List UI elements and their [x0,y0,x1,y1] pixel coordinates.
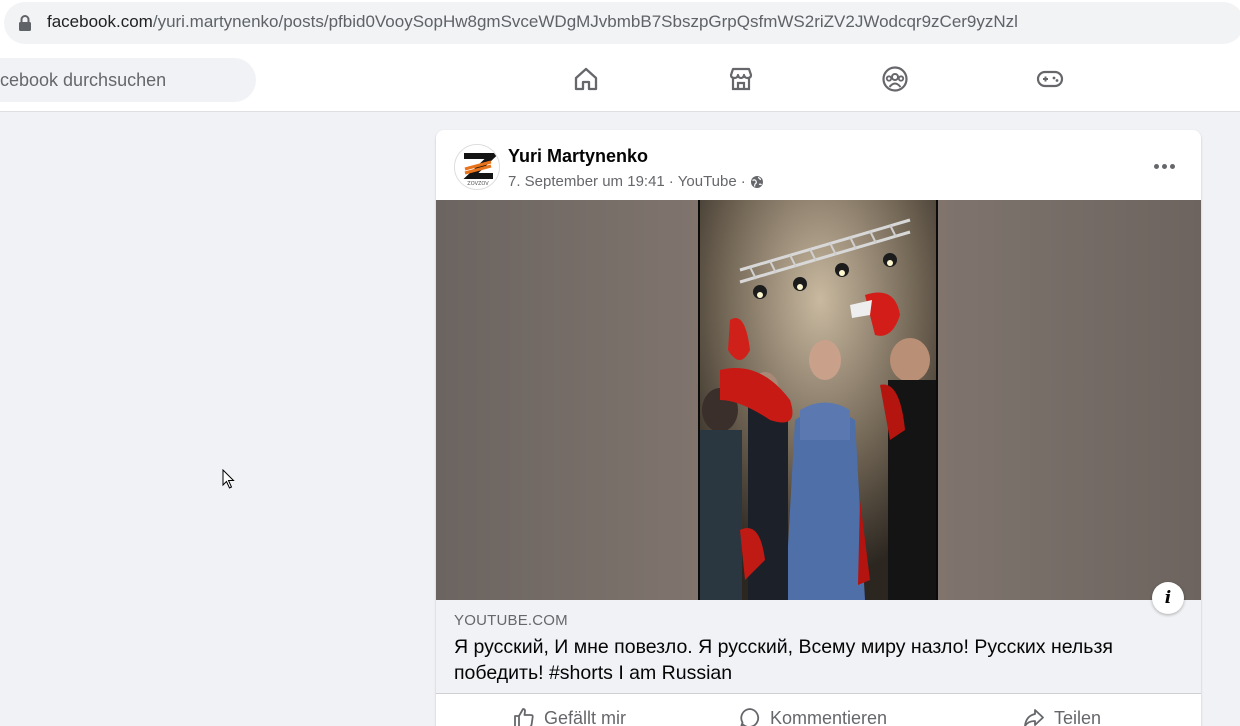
video-thumbnail[interactable] [436,200,1201,600]
thumbs-up-icon [514,708,534,726]
dot [1153,163,1159,169]
comment-button[interactable]: Kommentieren [738,706,887,726]
info-icon[interactable]: i [1152,582,1184,614]
globe-icon [750,175,763,188]
meta-separator: · [668,173,674,190]
home-icon[interactable] [570,63,602,95]
url-path: /yuri.martynenko/posts/pfbid0VooySopHw8g… [152,12,1018,31]
gaming-icon[interactable] [1034,63,1066,95]
link-preview[interactable]: YOUTUBE.COM Я русский, И мне повезло. Я … [436,600,1201,694]
lock-icon[interactable] [18,15,32,31]
post-meta: 7. September um 19:41 · YouTube · [508,173,764,190]
like-button[interactable]: Gefällt mir [512,706,626,726]
marketplace-icon[interactable] [725,63,757,95]
comment-label: Kommentieren [770,707,888,726]
post-date[interactable]: 7. September um 19:41 [508,173,665,190]
svg-text:ZOVZOV: ZOVZOV [467,181,489,187]
video-frame [698,200,938,600]
comment-icon [740,708,760,726]
post-source: YouTube [677,173,737,190]
groups-icon[interactable] [879,63,911,95]
search-placeholder: cebook durchsuchen [0,70,167,90]
link-domain: YOUTUBE.COM [454,612,568,629]
post-card: ZOVZOV Yuri Martynenko 7. September um 1… [436,130,1201,726]
like-label: Gefällt mir [544,707,627,726]
facebook-header: cebook durchsuchen [0,47,1240,112]
post-actions: Gefällt mir Kommentieren Teilen [436,696,1201,726]
share-label: Teilen [1054,707,1102,726]
link-title[interactable]: Я русский, И мне повезло. Я русский, Все… [454,634,1174,686]
dot [1161,163,1167,169]
meta-separator: · [740,173,746,190]
share-button[interactable]: Teilen [1022,706,1101,726]
dot [1169,163,1175,169]
url-host: facebook.com [47,12,153,31]
more-options-button[interactable] [1146,148,1182,184]
avatar[interactable]: ZOVZOV [454,144,500,190]
post-author[interactable]: Yuri Martynenko [508,146,648,167]
search-input[interactable]: cebook durchsuchen [0,58,256,102]
url-text[interactable]: facebook.com/yuri.martynenko/posts/pfbid… [47,12,1018,32]
mouse-cursor-icon [222,469,235,489]
share-icon [1024,709,1044,726]
browser-address-bar[interactable]: facebook.com/yuri.martynenko/posts/pfbid… [0,0,1240,47]
